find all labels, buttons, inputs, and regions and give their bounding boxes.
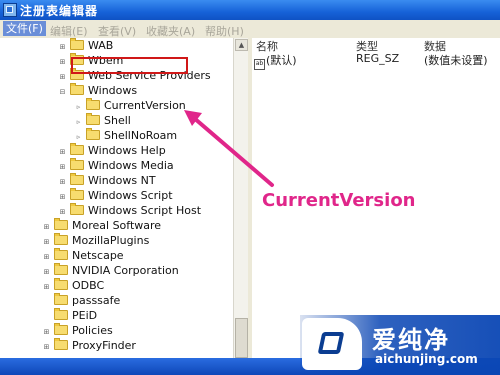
arrow-shaft — [192, 116, 274, 187]
watermark-url: aichunjing.com — [375, 352, 478, 366]
watermark-logo-icon — [302, 318, 362, 370]
watermark-brand: 爱纯净 — [372, 326, 450, 354]
annotation-label: CurrentVersion — [262, 190, 416, 211]
